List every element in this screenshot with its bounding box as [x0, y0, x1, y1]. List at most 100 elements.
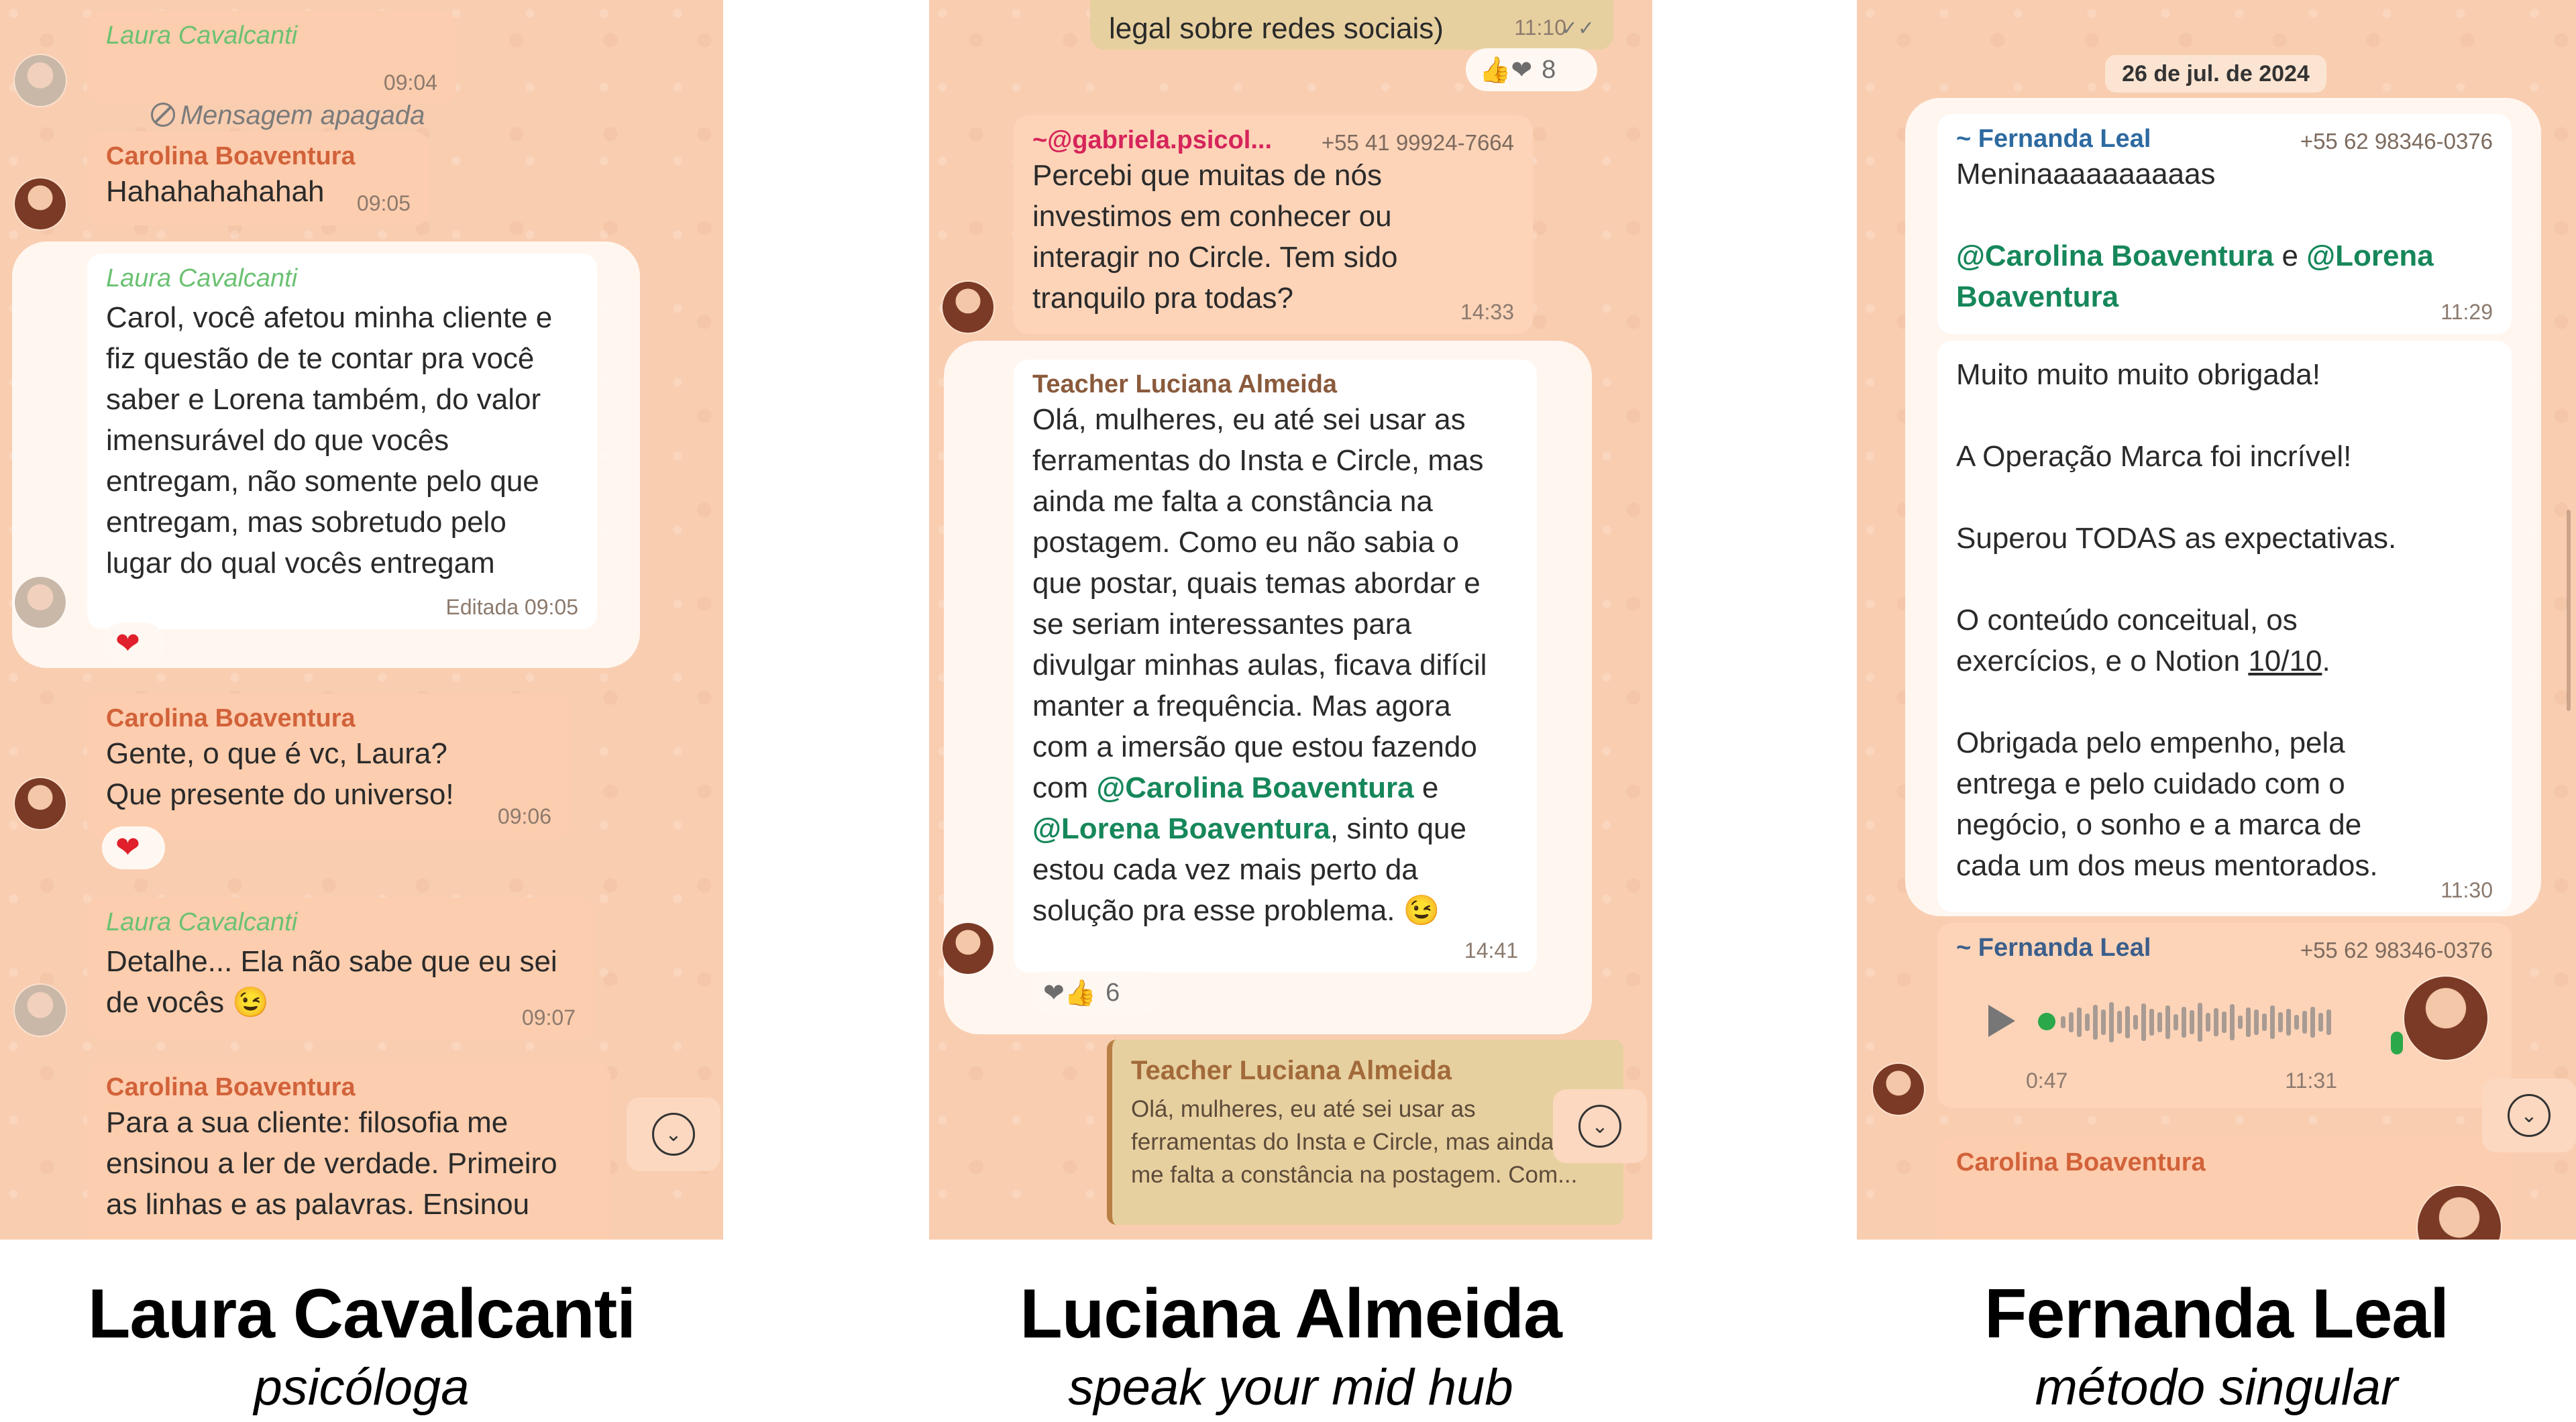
- avatar[interactable]: [943, 923, 994, 974]
- audio-duration: 0:47: [2026, 1069, 2068, 1093]
- text-part: e: [2273, 239, 2307, 272]
- message-bubble-top[interactable]: legal sobre redes sociais) 11:10 ✓✓: [1090, 0, 1613, 50]
- waveform-bar: [2174, 1014, 2178, 1030]
- waveform-bar: [2206, 1013, 2210, 1032]
- message-highlighted[interactable]: Teacher Luciana Almeida Olá, mulheres, e…: [1014, 360, 1537, 973]
- reaction-pill[interactable]: ❤: [102, 826, 165, 869]
- scroll-down-button[interactable]: ⌄: [2482, 1079, 2576, 1152]
- message-bubble[interactable]: Carolina Boaventura Para a sua cliente: …: [87, 1062, 610, 1240]
- play-icon[interactable]: [1988, 1005, 2015, 1037]
- message-sender: Carolina Boaventura: [106, 704, 356, 732]
- message-sender: Laura Cavalcanti: [106, 21, 298, 50]
- text-part: e: [1421, 771, 1439, 804]
- double-check-icon: ✓✓: [1560, 17, 1595, 40]
- message-sender: Laura Cavalcanti: [106, 264, 298, 292]
- caption-laura: Laura Cavalcanti psicóloga: [0, 1274, 723, 1417]
- heart-icon: ❤: [115, 627, 140, 660]
- message-time: 09:05: [356, 191, 411, 215]
- audio-progress-dot[interactable]: [2038, 1013, 2055, 1030]
- message-highlighted[interactable]: ~ Fernanda Leal +55 62 98346-0376 Menina…: [1937, 114, 2512, 334]
- message-bubble[interactable]: ~@gabriela.psicol... +55 41 99924-7664 P…: [1014, 115, 1533, 334]
- message-deleted[interactable]: Laura Cavalcanti Mensagem apagada 09:04: [87, 11, 456, 130]
- message-bubble[interactable]: Carolina Boaventura Gente, o que é vc, L…: [87, 694, 570, 838]
- waveform-bar: [2294, 1015, 2299, 1030]
- message-time: 11:29: [2440, 300, 2493, 324]
- waveform-bar: [2125, 1006, 2130, 1038]
- reaction-emojis: 👍❤: [1479, 56, 1533, 85]
- waveform-bar: [2157, 1012, 2162, 1032]
- scroll-down-button[interactable]: ⌄: [627, 1097, 720, 1171]
- chat-panel-luciana: legal sobre redes sociais) 11:10 ✓✓ 👍❤ 8…: [929, 0, 1652, 1240]
- avatar[interactable]: [2418, 1186, 2501, 1240]
- caption-subtitle: método singular: [2035, 1359, 2398, 1416]
- waveform-bar: [2149, 1009, 2154, 1036]
- waveform-bar: [2286, 1009, 2291, 1036]
- scrollbar[interactable]: [2567, 510, 2571, 711]
- waveform-bar: [2069, 1012, 2074, 1032]
- waveform-bar: [2109, 1002, 2114, 1042]
- avatar[interactable]: [943, 282, 994, 333]
- reaction-count: 6: [1106, 978, 1120, 1007]
- waveform-bar: [2117, 1011, 2122, 1034]
- message-time: 11:30: [2440, 878, 2493, 902]
- message-time: Editada 09:05: [445, 595, 579, 619]
- message-text: Muito muito muito obrigada! A Operação M…: [1956, 354, 2493, 886]
- reaction-pill[interactable]: ❤: [102, 622, 165, 665]
- mention-lorena[interactable]: @Lorena Boaventura: [1032, 812, 1330, 845]
- block-icon: [150, 103, 175, 127]
- audio-message[interactable]: ~ Fernanda Leal +55 62 98346-0376 0:47 1…: [1937, 923, 2512, 1108]
- reaction-pill[interactable]: ❤👍 6: [1030, 971, 1161, 1014]
- message-sender: Carolina Boaventura: [1956, 1148, 2206, 1177]
- message-time: 11:10: [1514, 15, 1566, 40]
- avatar[interactable]: [15, 577, 66, 628]
- reaction-pill[interactable]: 👍❤ 8: [1466, 48, 1597, 91]
- avatar[interactable]: [15, 985, 66, 1036]
- waveform-bar: [2278, 1012, 2283, 1032]
- mention-carolina[interactable]: @Carolina Boaventura: [1096, 771, 1413, 804]
- waveform-bar: [2141, 1003, 2146, 1041]
- avatar[interactable]: [2404, 977, 2487, 1060]
- message-text: Detalhe... Ela não sabe que eu sei de vo…: [106, 945, 557, 1019]
- chat-panel-laura: Laura Cavalcanti Mensagem apagada 09:04 …: [0, 0, 723, 1240]
- caption-fernanda: Fernanda Leal método singular: [1857, 1274, 2576, 1417]
- avatar[interactable]: [15, 778, 66, 829]
- message-bubble[interactable]: Carolina Boaventura Hahahahahahah 09:05: [87, 131, 429, 225]
- chevron-down-icon: ⌄: [2508, 1094, 2551, 1137]
- scroll-down-button[interactable]: ⌄: [1553, 1089, 1647, 1163]
- waveform-bar: [2262, 1014, 2267, 1031]
- waveform-bar: [2133, 1015, 2138, 1030]
- message-text: Olá, mulheres, eu até sei usar as ferram…: [1032, 399, 1518, 931]
- message-sender: Teacher Luciana Almeida: [1032, 370, 1338, 398]
- waveform-bar: [2230, 1004, 2235, 1040]
- waveform-bar: [2190, 1010, 2194, 1034]
- message-highlighted[interactable]: Laura Cavalcanti Carol, você afetou minh…: [87, 254, 597, 629]
- underlined-text: 10/10: [2248, 645, 2322, 677]
- message-bubble[interactable]: Carolina Boaventura: [1937, 1138, 2512, 1240]
- reaction-count: 8: [1542, 55, 1556, 84]
- waveform-bar: [2270, 1005, 2275, 1039]
- message-sender: Carolina Boaventura: [106, 142, 356, 170]
- message-bubble[interactable]: Laura Cavalcanti Detalhe... Ela não sabe…: [87, 897, 594, 1040]
- waveform-bar: [2238, 1016, 2243, 1029]
- quote-text: Olá, mulheres, eu até sei usar as ferram…: [1131, 1096, 1578, 1188]
- chevron-down-icon: ⌄: [1578, 1105, 1621, 1148]
- waveform-bar: [2061, 1016, 2065, 1028]
- message-sender: Laura Cavalcanti: [106, 908, 298, 936]
- audio-waveform[interactable]: [2061, 1001, 2331, 1044]
- mention-carolina[interactable]: @Carolina Boaventura: [1956, 239, 2273, 272]
- waveform-bar: [2214, 1008, 2218, 1036]
- quoted-reply[interactable]: Teacher Luciana Almeida Olá, mulheres, e…: [1107, 1040, 1623, 1225]
- waveform-bar: [2101, 1009, 2106, 1035]
- avatar[interactable]: [15, 178, 66, 229]
- caption-name: Luciana Almeida: [1020, 1275, 1562, 1353]
- message-highlighted[interactable]: Muito muito muito obrigada! A Operação M…: [1937, 341, 2512, 912]
- reaction-emojis: ❤👍: [1043, 979, 1097, 1007]
- message-time: 14:41: [1464, 938, 1518, 963]
- avatar[interactable]: [15, 55, 66, 106]
- waveform-bar: [2318, 1013, 2323, 1032]
- waveform-bar: [2302, 1011, 2307, 1034]
- waveform-bar: [2326, 1009, 2331, 1035]
- text-part: Meninaaaaaaaaaas: [1956, 158, 2216, 190]
- quote-sender: Teacher Luciana Almeida: [1131, 1056, 1452, 1085]
- avatar[interactable]: [1873, 1064, 1924, 1115]
